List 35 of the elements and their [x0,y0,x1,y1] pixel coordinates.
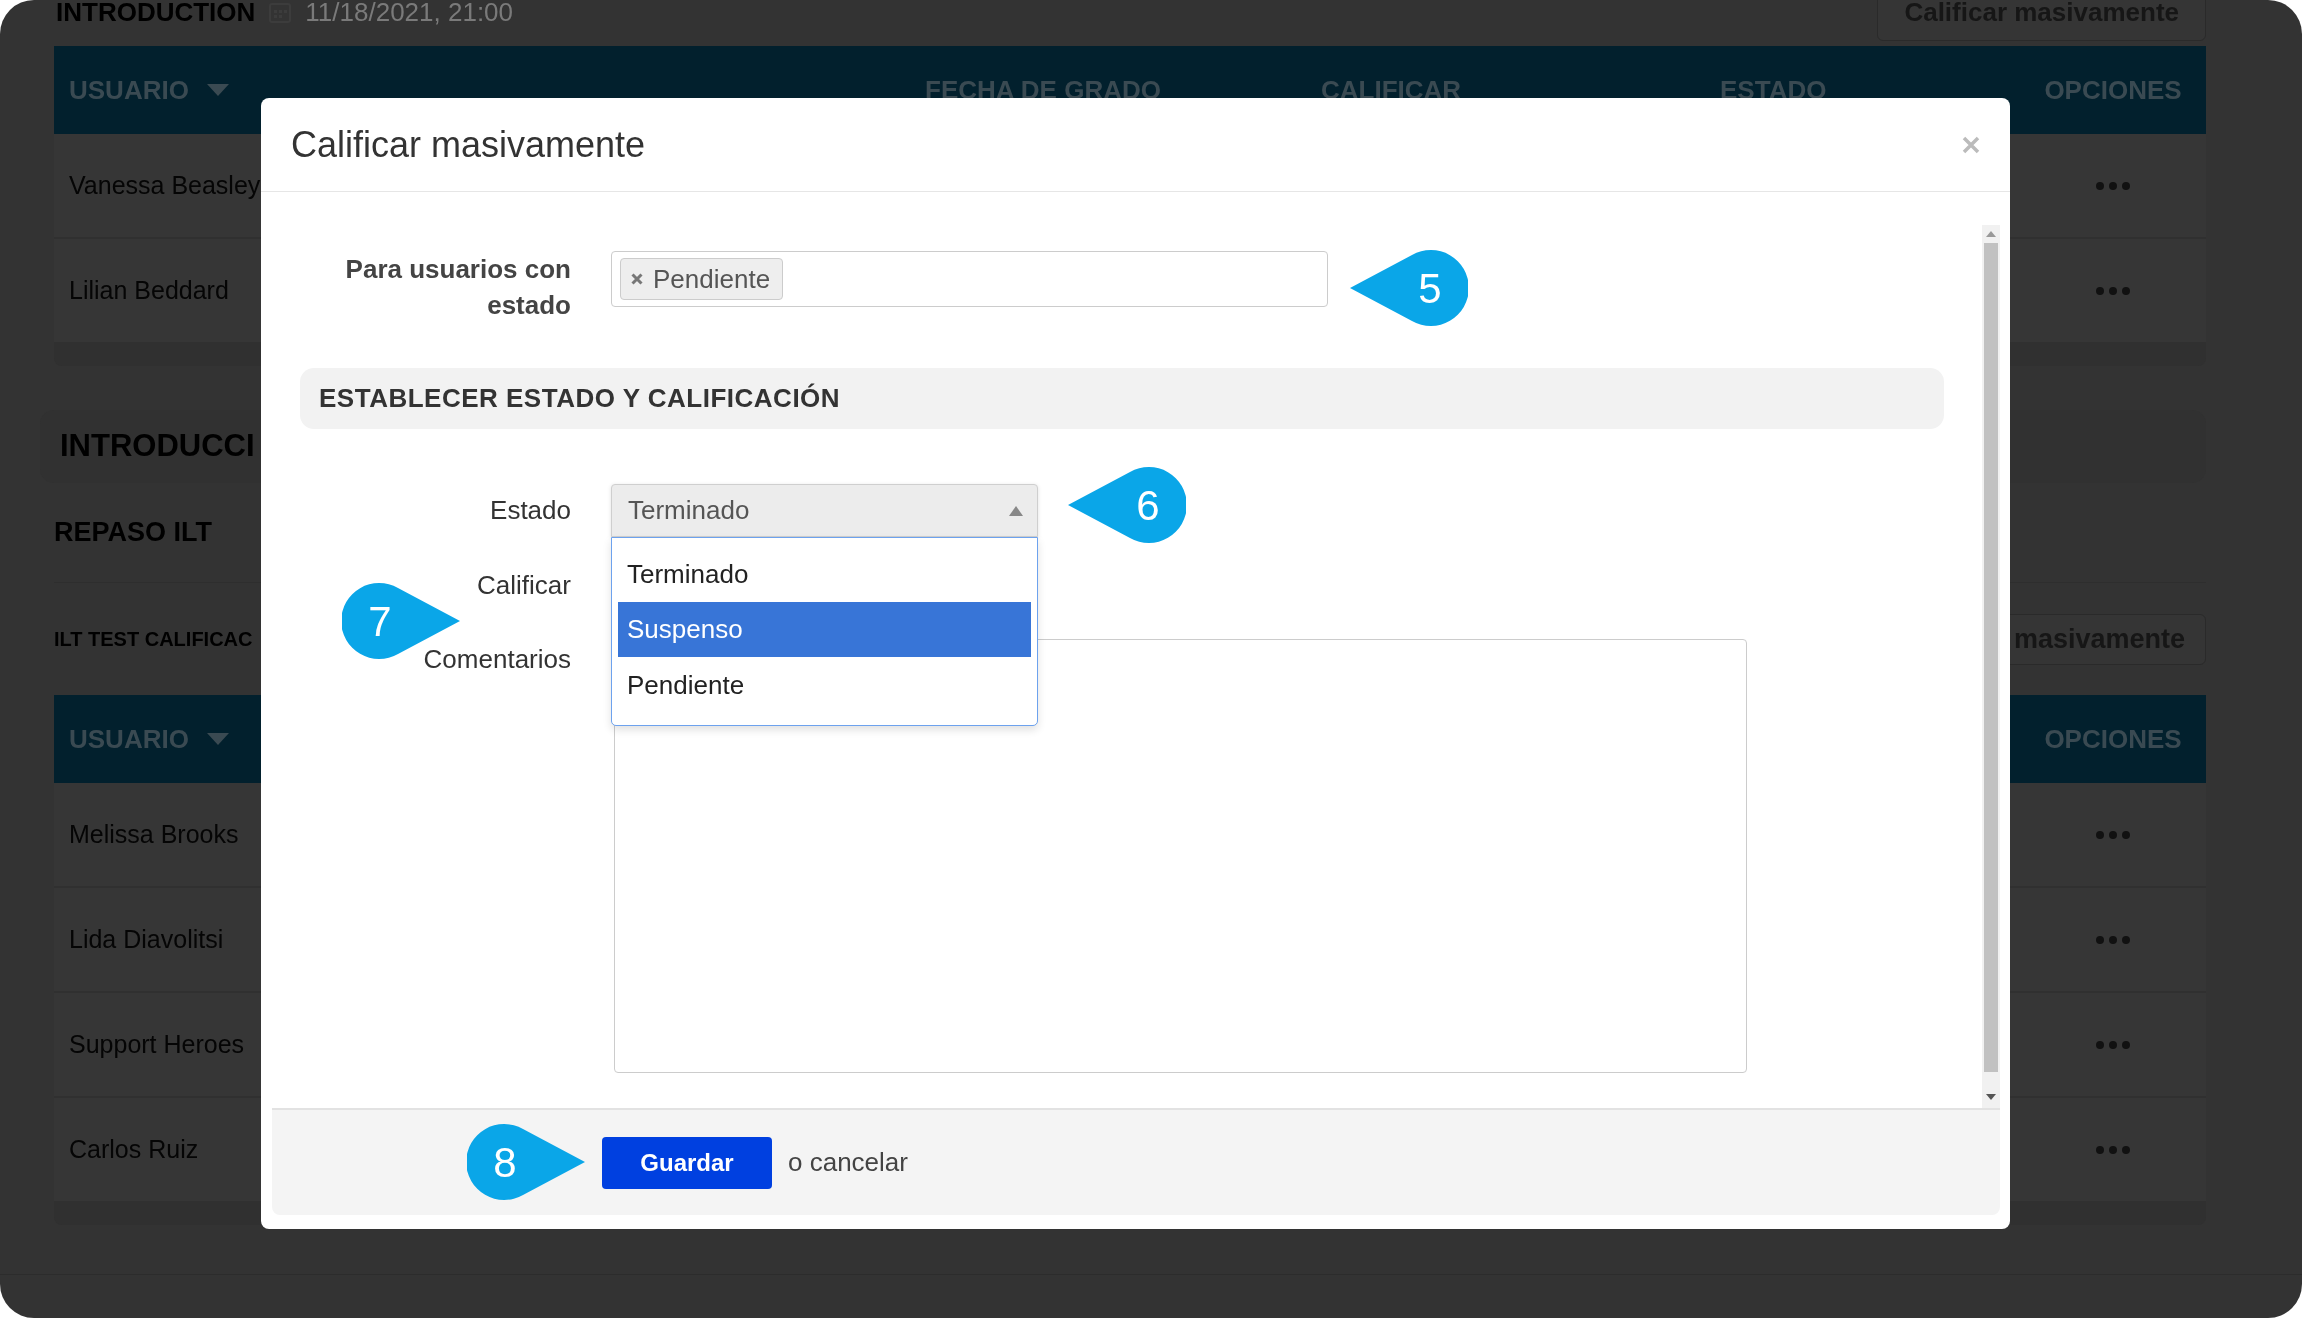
caret-icon [1009,505,1023,516]
step-callout: 8 [467,1124,585,1200]
more-options-icon[interactable] [2096,181,2130,190]
more-options-icon[interactable] [2096,935,2130,944]
caret-icon[interactable] [206,733,229,745]
save-button[interactable]: Guardar [602,1136,772,1189]
status-filter-field[interactable]: Pendiente [611,251,1328,307]
close-icon [1962,135,1980,154]
field-label: Calificar [476,569,571,602]
more-options-icon[interactable] [2096,1145,2130,1154]
column-header[interactable]: USUARIO [69,719,2020,759]
scrollbar[interactable] [1982,225,2000,1108]
column-header[interactable]: OPCIONES [2044,70,2182,110]
step-callout: 5 [1350,250,1468,326]
status-select[interactable]: Terminado [611,484,1038,537]
more-options-icon[interactable] [2096,286,2130,295]
modal-title: Calificar masivamente [291,122,646,167]
caret-icon[interactable] [206,84,229,96]
cancel-link[interactable]: o cancelar [788,1143,908,1182]
more-options-icon[interactable] [2096,1040,2130,1049]
course-date: 11/18/2021, 21:00 [305,0,514,29]
more-options-icon[interactable] [2096,830,2130,839]
status-tag[interactable]: Pendiente [620,258,784,300]
section-band: ESTABLECER ESTADO Y CALIFICACIÓN [300,368,1944,429]
field-label: Estado [489,494,571,527]
step-callout: 6 [1068,467,1186,543]
column-header[interactable]: USUARIO [69,70,925,110]
field-label: Para usuarios con estado [344,253,571,322]
close-icon[interactable] [631,273,643,285]
field-label: Comentarios [422,643,571,676]
column-header[interactable]: OPCIONES [2044,719,2182,759]
scroll-down-icon[interactable] [1986,1094,1996,1100]
scroll-up-icon[interactable] [1986,231,1996,237]
dropdown-option[interactable]: Suspenso [618,602,1031,657]
close-button[interactable] [1962,135,1980,154]
